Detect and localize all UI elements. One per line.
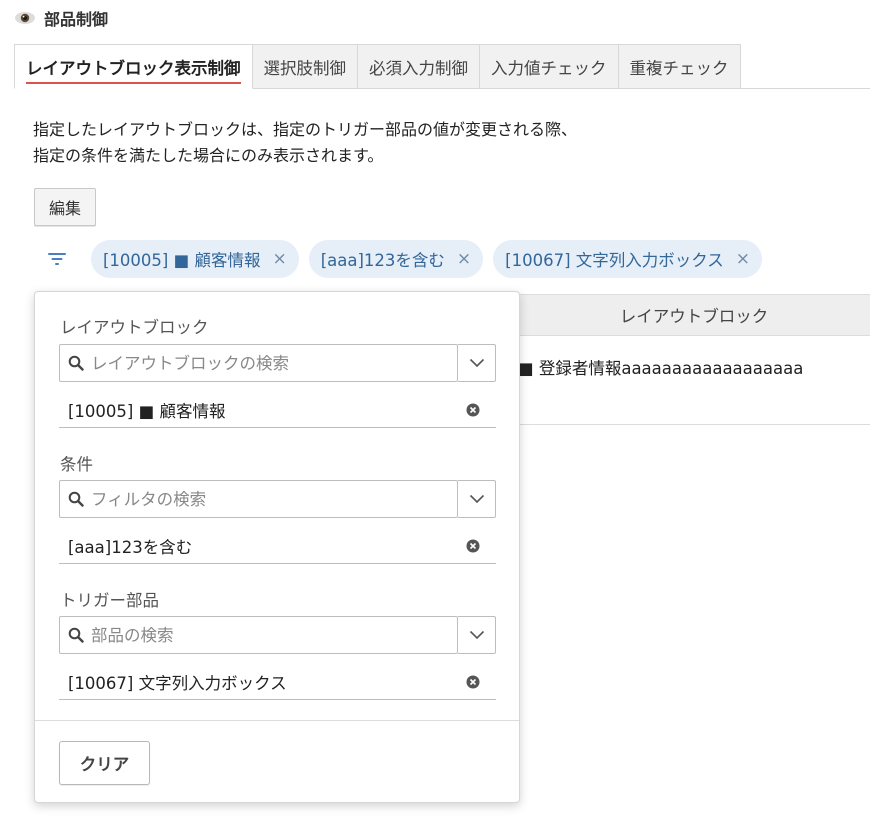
remove-icon[interactable] [466,675,480,689]
filter-icon[interactable] [44,247,70,271]
panel-divider [35,720,519,721]
page-title: 部品制御 [44,10,109,29]
search-icon [68,627,84,643]
tab-required-input-control[interactable]: 必須入力制御 [358,44,480,89]
condition-search-box [59,480,458,518]
description-text: 指定したレイアウトブロックは、指定のトリガー部品の値が変更される際、 指定の条件… [33,117,577,169]
filter-chip-layout-block[interactable]: [10005] ■ 顧客情報 × [91,240,299,278]
tab-label: 必須入力制御 [369,58,468,78]
chip-label: [aaa]123を含む [320,251,445,270]
tab-choice-control[interactable]: 選択肢制御 [252,44,358,89]
tab-label: 選択肢制御 [263,58,347,78]
tab-label: 入力値チェック [491,58,607,78]
section-label-trigger-part: トリガー部品 [60,591,159,610]
layout-block-dropdown-button[interactable] [458,344,496,382]
section-label-layout-block: レイアウトブロック [60,318,209,337]
tab-bar: レイアウトブロック表示制御 選択肢制御 必須入力制御 入力値チェック 重複チェッ… [14,44,741,89]
chevron-down-icon [469,630,484,640]
filter-panel: レイアウトブロック [10005] ■ 顧客情報 条件 [aaa]123を含む … [34,291,520,803]
condition-search-input[interactable] [91,489,451,509]
trigger-part-dropdown-button[interactable] [458,616,496,654]
trigger-part-search-input[interactable] [91,625,451,645]
clear-button[interactable]: クリア [59,741,150,785]
close-icon[interactable]: × [272,250,286,268]
table-row-divider [518,424,870,425]
filter-chip-condition[interactable]: [aaa]123を含む × [308,240,484,278]
remove-icon[interactable] [466,403,480,417]
layout-block-search-box [59,344,458,382]
chip-label: [10005] ■ 顧客情報 [103,251,261,270]
filter-row: [10005] ■ 顧客情報 × [aaa]123を含む × [10067] 文… [44,240,772,278]
selected-item-label: [10067] 文字列入力ボックス [68,673,287,693]
tab-label: 重複チェック [629,58,729,78]
tab-duplicate-check[interactable]: 重複チェック [618,44,741,89]
edit-button[interactable]: 編集 [34,188,96,226]
section-label-condition: 条件 [60,455,93,474]
table-header-layout-block: レイアウトブロック [518,294,870,336]
selected-condition-item: [aaa]123を含む [59,528,496,564]
chevron-down-icon [469,358,484,368]
table-cell-layout-block: ■ 登録者情報aaaaaaaaaaaaaaaaaa [518,359,804,378]
tab-layout-block-display-control[interactable]: レイアウトブロック表示制御 [14,44,253,89]
description-line-2: 指定の条件を満たした場合にのみ表示されます。 [33,146,384,165]
selected-layout-block-item: [10005] ■ 顧客情報 [59,392,496,428]
trigger-part-search-box [59,616,458,654]
close-icon[interactable]: × [736,250,750,268]
selected-item-label: [10005] ■ 顧客情報 [68,401,226,421]
search-icon [68,491,84,507]
filter-chip-trigger-part[interactable]: [10067] 文字列入力ボックス × [493,240,763,278]
eye-icon [14,11,36,25]
selected-item-label: [aaa]123を含む [68,537,193,557]
tab-input-value-check[interactable]: 入力値チェック [480,44,619,89]
tab-label: レイアウトブロック表示制御 [26,55,241,84]
close-icon[interactable]: × [457,250,471,268]
search-icon [68,355,84,371]
condition-dropdown-button[interactable] [458,480,496,518]
selected-trigger-part-item: [10067] 文字列入力ボックス [59,664,496,700]
chevron-down-icon [469,494,484,504]
remove-icon[interactable] [466,539,480,553]
chip-label: [10067] 文字列入力ボックス [505,251,724,270]
page-header: 部品制御 [0,0,870,36]
description-line-1: 指定したレイアウトブロックは、指定のトリガー部品の値が変更される際、 [33,120,578,139]
layout-block-search-input[interactable] [91,353,451,373]
